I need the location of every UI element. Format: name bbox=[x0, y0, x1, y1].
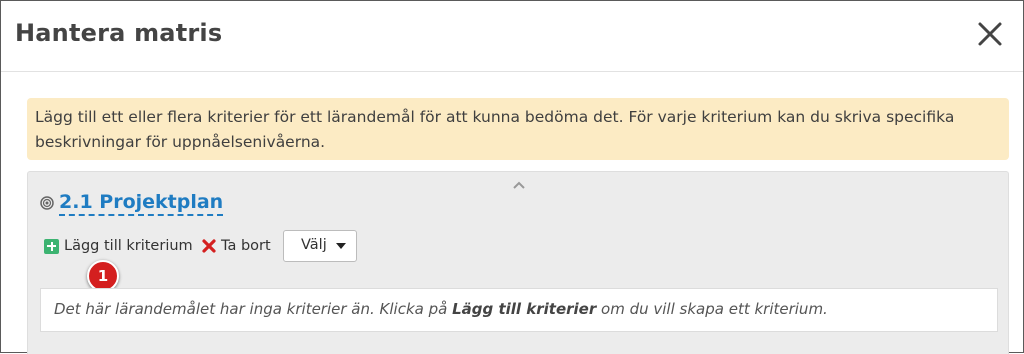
add-criterion-label: Lägg till kriterium bbox=[64, 238, 193, 254]
caret-down-icon bbox=[336, 243, 346, 249]
outcome-panel: 2.1 Projektplan Lägg till kriterium Ta b… bbox=[27, 171, 1009, 354]
close-icon[interactable] bbox=[977, 17, 1003, 49]
empty-text-bold: Lägg till kriterier bbox=[452, 300, 597, 318]
action-select[interactable]: Välj bbox=[283, 230, 357, 262]
empty-criteria-message: Det här lärandemålet har inga kriterier … bbox=[40, 288, 998, 332]
empty-text-suffix: om du vill skapa ett kriterium. bbox=[596, 300, 828, 318]
remove-button[interactable]: Ta bort bbox=[202, 236, 271, 256]
select-value: Välj bbox=[301, 237, 327, 253]
modal-header: Hantera matris bbox=[1, 1, 1023, 72]
empty-text-prefix: Det här lärandemålet har inga kriterier … bbox=[54, 300, 453, 318]
add-criterion-button[interactable]: Lägg till kriterium bbox=[44, 236, 193, 256]
plus-icon bbox=[44, 238, 59, 254]
manage-rubric-modal: Hantera matris Lägg till ett eller flera… bbox=[0, 0, 1024, 354]
modal-title: Hantera matris bbox=[15, 19, 223, 47]
remove-label: Ta bort bbox=[221, 238, 271, 254]
target-icon bbox=[40, 195, 54, 210]
outcome-title-link[interactable]: 2.1 Projektplan bbox=[59, 191, 224, 216]
chevron-up-icon[interactable] bbox=[511, 176, 527, 189]
info-message: Lägg till ett eller flera kriterier för … bbox=[27, 98, 1009, 160]
delete-x-icon bbox=[202, 239, 216, 253]
